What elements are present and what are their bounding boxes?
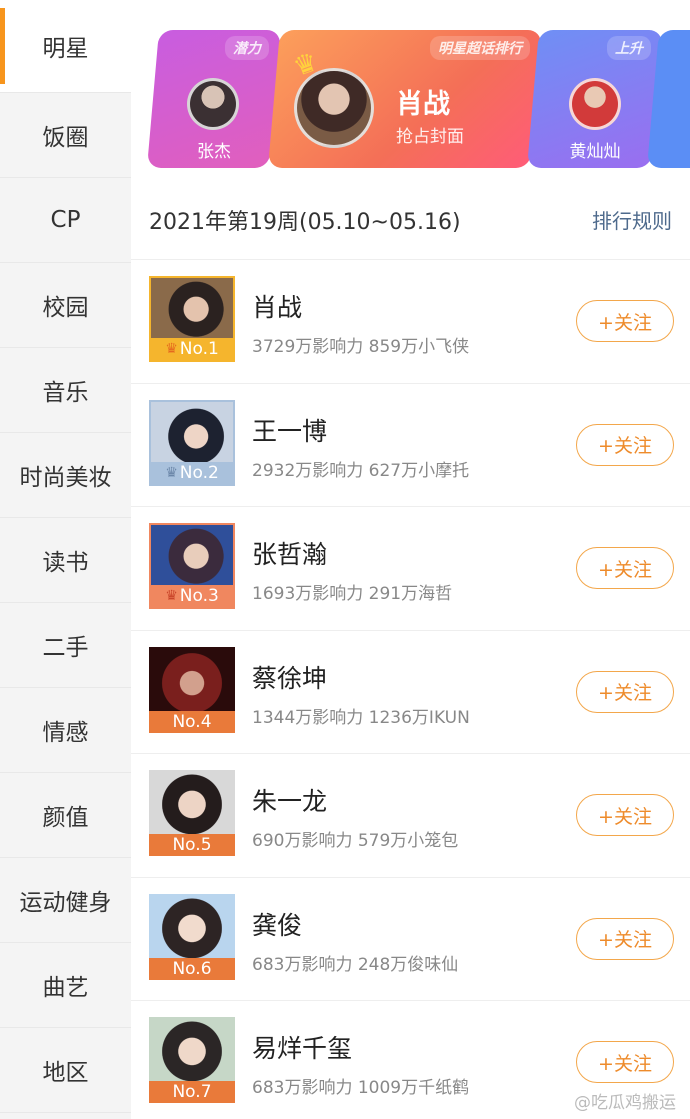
celebrity-name: 蔡徐坤 — [252, 663, 328, 693]
rank-badge: ♛ No.2 — [151, 461, 233, 484]
follow-button[interactable]: +关注 — [576, 423, 674, 466]
watermark: @吃瓜鸡搬运 — [574, 1093, 676, 1113]
celebrity-stats: 1693万影响力 291万海哲 — [252, 584, 453, 604]
celebrity-thumbnail[interactable]: ♛ No.3 — [149, 523, 235, 609]
sidebar-item-label: 饭圈 — [42, 125, 89, 151]
sidebar-item-music[interactable]: 音乐 — [0, 348, 131, 433]
celebrity-thumbnail[interactable]: ♛ No.1 — [149, 276, 235, 362]
rank-badge: No.7 — [149, 1081, 235, 1103]
celebrity-thumbnail[interactable]: No.5 — [149, 770, 235, 856]
sidebar-item-region[interactable]: 地区 — [0, 1028, 131, 1113]
sidebar-item-label: 明星 — [42, 36, 89, 62]
banner-card-rising[interactable]: 上升 黄灿灿 — [526, 30, 664, 168]
celebrity-stats: 1344万影响力 1236万IKUN — [252, 707, 470, 728]
sidebar-item-label: 音乐 — [42, 380, 89, 406]
follow-button[interactable]: +关注 — [576, 794, 674, 836]
sidebar-item-label: 曲艺 — [42, 975, 89, 1001]
banner-main-subtitle: 抢占封面 — [396, 127, 464, 147]
banner-tag: 潜力 — [225, 36, 269, 60]
celebrity-name: 张哲瀚 — [252, 540, 328, 569]
ranking-row[interactable]: No.6 龚俊 683万影响力 248万俊味仙 +关注 — [131, 878, 690, 1001]
banner-card-top[interactable]: 明星超话排行 ♛ 肖战 抢占封面 — [267, 30, 543, 168]
sidebar-item-label: 读书 — [42, 550, 89, 576]
sidebar-item-label: 校园 — [42, 295, 89, 321]
sidebar-item-label: 颜值 — [42, 805, 89, 831]
follow-button[interactable]: +关注 — [576, 1041, 674, 1083]
celebrity-name: 肖战 — [252, 293, 303, 322]
celebrity-thumbnail[interactable]: No.4 — [149, 646, 235, 733]
sidebar-item-cp[interactable]: CP — [0, 178, 131, 263]
banner-main-name: 肖战 — [396, 89, 450, 120]
sidebar-item-label: CP — [50, 207, 81, 233]
rank-badge: No.5 — [149, 834, 235, 856]
top-banner: 潜力 张杰 明星超话排行 ♛ 肖战 抢占封面 上升 黄灿灿 — [131, 0, 690, 180]
week-label: 2021年第19周(05.10~05.16) — [149, 209, 461, 235]
rank-badge: ♛ No.1 — [151, 338, 233, 360]
rank-text: No.3 — [179, 586, 219, 606]
rank-badge: ♛ No.3 — [151, 585, 233, 607]
celebrity-stats: 690万影响力 579万小笼包 — [252, 831, 459, 851]
sidebar-item-fitness[interactable]: 运动健身 — [0, 858, 131, 943]
sidebar-item-reading[interactable]: 读书 — [0, 518, 131, 603]
ranking-row[interactable]: ♛ No.2 王一博 2932万影响力 627万小摩托 +关注 — [131, 384, 690, 507]
follow-button[interactable]: +关注 — [576, 917, 674, 960]
celebrity-stats: 2932万影响力 627万小摩托 — [252, 460, 470, 481]
sidebar-item-fandom[interactable]: 饭圈 — [0, 93, 131, 178]
banner-name: 张杰 — [197, 142, 231, 162]
follow-button[interactable]: +关注 — [576, 300, 674, 342]
celebrity-thumbnail[interactable]: No.6 — [149, 893, 235, 980]
rank-badge: No.6 — [149, 957, 235, 980]
avatar — [569, 78, 621, 130]
ranking-rules-link[interactable]: 排行规则 — [592, 205, 672, 234]
rank-text: No.6 — [172, 958, 212, 979]
sidebar-item-campus[interactable]: 校园 — [0, 263, 131, 348]
sidebar-item-stars[interactable]: 明星 — [0, 0, 131, 93]
celebrity-stats: 683万影响力 1009万千纸鹤 — [252, 1078, 470, 1098]
crown-icon: ♛ — [165, 588, 178, 604]
rank-text: No.5 — [172, 835, 212, 855]
celebrity-stats: 683万影响力 248万俊味仙 — [252, 954, 459, 975]
sidebar-item-secondhand[interactable]: 二手 — [0, 603, 131, 688]
banner-tag: 上升 — [607, 36, 651, 60]
sidebar-item-label: 运动健身 — [19, 890, 112, 916]
sidebar-item-label: 地区 — [42, 1060, 89, 1086]
sidebar-item-label: 时尚美妆 — [19, 465, 112, 491]
sidebar-item-emotion[interactable]: 情感 — [0, 688, 131, 773]
rank-text: No.2 — [179, 462, 219, 483]
ranking-row[interactable]: No.5 朱一龙 690万影响力 579万小笼包 +关注 — [131, 754, 690, 878]
rank-text: No.4 — [172, 711, 212, 732]
celebrity-stats: 3729万影响力 859万小飞侠 — [252, 337, 470, 357]
sidebar-item-label: 二手 — [42, 635, 89, 661]
follow-button[interactable]: +关注 — [576, 547, 674, 589]
banner-name: 黄灿灿 — [569, 142, 621, 162]
crown-icon: ♛ — [165, 464, 178, 481]
sidebar-item-label: 情感 — [42, 720, 89, 746]
week-header: 2021年第19周(05.10~05.16) 排行规则 — [131, 180, 690, 260]
ranking-list: ♛ No.1 肖战 3729万影响力 859万小飞侠 +关注 ♛ No.2 王一… — [131, 260, 690, 1119]
celebrity-name: 易烊千玺 — [252, 1034, 353, 1063]
crown-icon: ♛ — [165, 341, 178, 357]
celebrity-thumbnail[interactable]: No.7 — [149, 1017, 235, 1103]
celebrity-name: 王一博 — [252, 416, 328, 446]
sidebar-item-folk-art[interactable]: 曲艺 — [0, 943, 131, 1028]
sidebar-item-fashion[interactable]: 时尚美妆 — [0, 433, 131, 518]
rank-badge: No.4 — [149, 710, 235, 733]
banner-card-potential[interactable]: 潜力 张杰 — [146, 30, 282, 168]
avatar — [187, 78, 239, 130]
ranking-row[interactable]: No.4 蔡徐坤 1344万影响力 1236万IKUN +关注 — [131, 631, 690, 754]
ranking-row[interactable]: ♛ No.1 肖战 3729万影响力 859万小飞侠 +关注 — [131, 260, 690, 384]
follow-button[interactable]: +关注 — [576, 670, 674, 713]
celebrity-name: 朱一龙 — [252, 787, 328, 816]
celebrity-thumbnail[interactable]: ♛ No.2 — [149, 399, 235, 486]
celebrity-name: 龚俊 — [252, 910, 303, 940]
category-sidebar: 明星 饭圈 CP 校园 音乐 时尚美妆 读书 二手 情感 颜值 运动健身 曲艺 … — [0, 0, 131, 1119]
rank-text: No.7 — [172, 1082, 212, 1102]
rank-text: No.1 — [179, 339, 219, 359]
ranking-row[interactable]: ♛ No.3 张哲瀚 1693万影响力 291万海哲 +关注 — [131, 507, 690, 631]
sidebar-item-looks[interactable]: 颜值 — [0, 773, 131, 858]
banner-tag: 明星超话排行 — [430, 36, 530, 60]
